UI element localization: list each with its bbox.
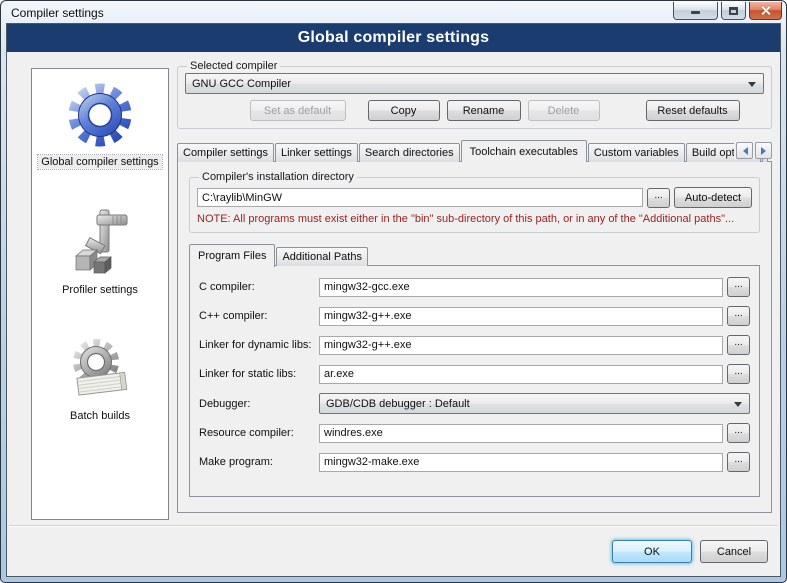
c-compiler-browse-button[interactable]: ...: [727, 277, 750, 297]
settings-category-list: Global compiler settings: [31, 68, 169, 520]
compiler-select[interactable]: GNU GCC Compiler: [185, 73, 764, 94]
tab-scroll-right-button[interactable]: [755, 142, 772, 159]
footer-buttons: OK Cancel: [612, 540, 768, 563]
field-row-dynamic-linker: Linker for dynamic libs: ...: [199, 335, 750, 355]
installation-directory-browse-button[interactable]: ...: [647, 188, 670, 208]
tab-linker-settings[interactable]: Linker settings: [275, 143, 358, 162]
tab-compiler-settings[interactable]: Compiler settings: [177, 143, 274, 162]
installation-directory-row: ... Auto-detect: [197, 187, 752, 208]
main-panel: Selected compiler GNU GCC Compiler Set a…: [177, 60, 772, 513]
resource-compiler-browse-button[interactable]: ...: [727, 423, 750, 443]
field-row-debugger: Debugger: GDB/CDB debugger : Default: [199, 393, 750, 414]
sidebar-item-label: Global compiler settings: [38, 155, 161, 169]
sidebar-item-profiler-settings[interactable]: Profiler settings: [32, 169, 168, 297]
installation-directory-group: Compiler's installation directory ... Au…: [189, 171, 760, 233]
field-row-make-program: Make program: ...: [199, 452, 750, 472]
static-linker-input[interactable]: [319, 365, 723, 384]
selected-compiler-legend: Selected compiler: [187, 60, 280, 72]
field-label: Linker for dynamic libs:: [199, 339, 319, 351]
cpp-compiler-browse-button[interactable]: ...: [727, 306, 750, 326]
maximize-icon: [729, 7, 738, 15]
reset-defaults-button[interactable]: Reset defaults: [646, 100, 740, 121]
field-row-cpp-compiler: C++ compiler: ...: [199, 306, 750, 326]
field-row-c-compiler: C compiler: ...: [199, 277, 750, 297]
subtab-program-files[interactable]: Program Files: [189, 244, 275, 267]
field-label: C compiler:: [199, 281, 319, 293]
resource-compiler-input[interactable]: [319, 424, 723, 443]
rename-button[interactable]: Rename: [447, 100, 521, 121]
minimize-icon: [691, 11, 700, 14]
make-program-input[interactable]: [319, 453, 723, 472]
copy-button[interactable]: Copy: [368, 100, 440, 121]
debugger-select-value: GDB/CDB debugger : Default: [326, 398, 470, 410]
right-arrow-icon: [761, 147, 770, 155]
titlebar: Compiler settings: [1, 1, 786, 23]
tab-scroll-left-button[interactable]: [736, 142, 753, 159]
toolchain-executables-page: Compiler's installation directory ... Au…: [177, 161, 772, 513]
close-button[interactable]: [749, 2, 782, 20]
tab-custom-variables[interactable]: Custom variables: [588, 143, 685, 162]
sidebar-item-global-compiler-settings[interactable]: Global compiler settings: [32, 69, 168, 169]
field-label: C++ compiler:: [199, 310, 319, 322]
window-controls: [673, 2, 782, 20]
compiler-tabs: Compiler settings Linker settings Search…: [177, 138, 772, 162]
field-label: Linker for static libs:: [199, 368, 319, 380]
selected-compiler-group: Selected compiler GNU GCC Compiler Set a…: [177, 60, 772, 129]
close-icon: [760, 5, 771, 16]
ok-button[interactable]: OK: [612, 540, 692, 563]
sidebar-item-label: Profiler settings: [59, 283, 141, 297]
make-program-browse-button[interactable]: ...: [727, 452, 750, 472]
field-label: Make program:: [199, 456, 319, 468]
c-compiler-input[interactable]: [319, 278, 723, 297]
set-as-default-button[interactable]: Set as default: [250, 100, 346, 121]
field-label: Resource compiler:: [199, 427, 319, 439]
auto-detect-button[interactable]: Auto-detect: [674, 187, 752, 208]
installation-note: NOTE: All programs must exist either in …: [197, 213, 752, 225]
field-row-static-linker: Linker for static libs: ...: [199, 364, 750, 384]
sidebar-item-batch-builds[interactable]: Batch builds: [32, 297, 168, 423]
compiler-buttons-row: Set as default Copy Rename Delete Reset …: [185, 94, 764, 121]
subtab-additional-paths[interactable]: Additional Paths: [276, 247, 368, 266]
footer-separator: [9, 525, 778, 527]
dynamic-linker-browse-button[interactable]: ...: [727, 335, 750, 355]
gray-gear-papers-icon: [66, 335, 134, 403]
tab-toolchain-executables[interactable]: Toolchain executables: [461, 140, 587, 162]
cpp-compiler-input[interactable]: [319, 307, 723, 326]
delete-button[interactable]: Delete: [528, 100, 600, 121]
field-row-resource-compiler: Resource compiler: ...: [199, 423, 750, 443]
installation-directory-legend: Compiler's installation directory: [199, 171, 357, 183]
program-files-page: C compiler: ... C++ compiler: ... Linker…: [189, 265, 760, 497]
sidebar-item-label: Batch builds: [67, 409, 133, 423]
compiler-select-value: GNU GCC Compiler: [192, 78, 291, 90]
tab-search-directories[interactable]: Search directories: [359, 143, 460, 162]
minimize-button[interactable]: [673, 2, 718, 20]
dialog-body: Global compiler settings Global: [6, 23, 781, 577]
dynamic-linker-input[interactable]: [319, 336, 723, 355]
blue-gear-icon: [66, 81, 134, 149]
installation-directory-input[interactable]: [197, 188, 643, 207]
maximize-button[interactable]: [721, 2, 746, 20]
window-title: Compiler settings: [11, 6, 673, 20]
page-title: Global compiler settings: [7, 24, 780, 52]
left-arrow-icon: [739, 147, 748, 155]
tab-scroll-controls: [734, 142, 772, 159]
caliper-icon: [67, 207, 133, 277]
static-linker-browse-button[interactable]: ...: [727, 364, 750, 384]
debugger-select[interactable]: GDB/CDB debugger : Default: [319, 393, 750, 414]
field-label: Debugger:: [199, 398, 319, 410]
program-files-tabs: Program Files Additional Paths: [189, 243, 760, 266]
cancel-button[interactable]: Cancel: [700, 540, 768, 563]
compiler-settings-window: Compiler settings Global compiler settin…: [0, 0, 787, 583]
